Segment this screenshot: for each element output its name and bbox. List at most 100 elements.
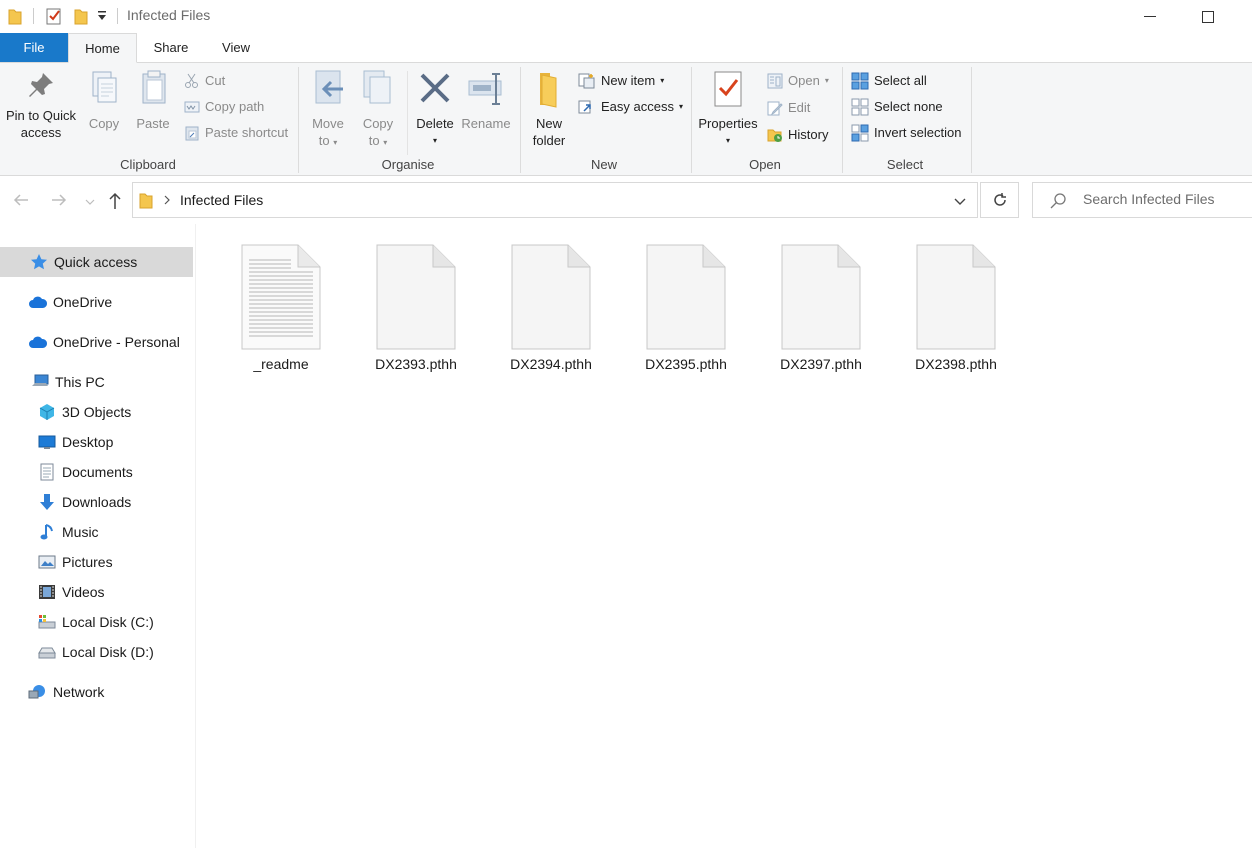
nav-network[interactable]: Network bbox=[0, 677, 104, 707]
pin-label-line2: access bbox=[20, 125, 62, 140]
properties-button[interactable]: Properties ▾ bbox=[696, 69, 760, 149]
maximize-button[interactable] bbox=[1179, 0, 1237, 33]
nav-onedrive-personal[interactable]: OneDrive - Personal bbox=[0, 327, 180, 357]
blank-file-icon bbox=[781, 244, 861, 350]
system-drive-icon bbox=[37, 612, 57, 632]
paste-button[interactable]: Paste bbox=[130, 69, 176, 132]
pin-to-quick-access-button[interactable]: Pin to Quick access bbox=[2, 69, 80, 141]
copy-button[interactable]: Copy bbox=[82, 69, 126, 132]
paste-shortcut-label: Paste shortcut bbox=[205, 125, 289, 140]
delete-button[interactable]: Delete ▾ bbox=[412, 69, 458, 149]
organise-group-label: Organise bbox=[381, 157, 435, 172]
new-folder-quick-icon[interactable] bbox=[74, 7, 88, 25]
nav-onedrive[interactable]: OneDrive bbox=[0, 287, 112, 317]
maximize-icon bbox=[1202, 10, 1214, 23]
organise-inner-separator bbox=[407, 71, 408, 155]
move-to-label-line2: to ▾ bbox=[318, 133, 338, 148]
nav-label: Pictures bbox=[62, 554, 113, 570]
forward-button[interactable] bbox=[50, 191, 68, 212]
computer-icon bbox=[30, 372, 50, 392]
tab-home[interactable]: Home bbox=[68, 33, 137, 63]
breadcrumb-chevron-icon[interactable] bbox=[163, 194, 171, 209]
nav-label: Downloads bbox=[62, 494, 132, 510]
nav-videos[interactable]: Videos bbox=[0, 577, 105, 607]
open-button[interactable]: Open ▾ bbox=[767, 70, 829, 92]
breadcrumb-current[interactable]: Infected Files bbox=[180, 192, 263, 208]
nav-local-disk-c[interactable]: Local Disk (C:) bbox=[0, 607, 154, 637]
file-item[interactable]: _readme bbox=[226, 244, 336, 372]
customize-qat-dropdown-icon[interactable] bbox=[97, 9, 107, 27]
file-item[interactable]: DX2397.pthh bbox=[766, 244, 876, 372]
rename-button[interactable]: Rename bbox=[460, 69, 512, 132]
recent-locations-button[interactable] bbox=[84, 195, 96, 210]
properties-dropdown-icon[interactable]: ▾ bbox=[696, 132, 760, 149]
file-item[interactable]: DX2398.pthh bbox=[901, 244, 1011, 372]
nav-desktop[interactable]: Desktop bbox=[0, 427, 113, 457]
copy-path-button[interactable]: Copy path bbox=[184, 96, 264, 118]
nav-quick-access[interactable]: Quick access bbox=[0, 247, 193, 277]
select-all-label: Select all bbox=[874, 73, 927, 88]
search-input[interactable] bbox=[1083, 191, 1251, 207]
nav-local-disk-d[interactable]: Local Disk (D:) bbox=[0, 637, 154, 667]
up-arrow-icon bbox=[109, 192, 121, 209]
nav-downloads[interactable]: Downloads bbox=[0, 487, 131, 517]
history-button[interactable]: History bbox=[767, 124, 828, 146]
move-to-button[interactable]: Move to ▾ bbox=[306, 69, 350, 151]
invert-selection-button[interactable]: Invert selection bbox=[851, 122, 961, 144]
star-icon bbox=[29, 252, 49, 272]
invert-selection-icon bbox=[851, 124, 869, 142]
address-bar[interactable]: Infected Files bbox=[132, 182, 978, 218]
ribbon-separator bbox=[298, 67, 299, 173]
properties-quick-icon[interactable] bbox=[46, 7, 62, 25]
tab-view[interactable]: View bbox=[212, 33, 260, 62]
nav-label: OneDrive bbox=[53, 294, 113, 310]
select-none-button[interactable]: Select none bbox=[851, 96, 943, 118]
minimize-button[interactable] bbox=[1121, 0, 1179, 33]
copy-to-icon bbox=[363, 70, 391, 104]
ribbon-separator bbox=[520, 67, 521, 173]
file-item[interactable]: DX2394.pthh bbox=[496, 244, 606, 372]
file-list-view: _readme DX2393.pthh DX2394.pthh DX2395.p… bbox=[197, 224, 1252, 848]
chevron-down-icon bbox=[954, 198, 966, 205]
back-button[interactable] bbox=[12, 191, 30, 212]
nav-label: Music bbox=[62, 524, 99, 540]
nav-this-pc[interactable]: This PC bbox=[0, 367, 105, 397]
open-dropdown-icon: ▾ bbox=[824, 76, 829, 85]
easy-access-button[interactable]: Easy access ▾ bbox=[578, 96, 683, 118]
new-folder-button[interactable]: New folder bbox=[526, 69, 572, 149]
cut-label: Cut bbox=[205, 73, 226, 88]
file-item[interactable]: DX2393.pthh bbox=[361, 244, 471, 372]
new-item-button[interactable]: New item ▾ bbox=[578, 70, 664, 92]
tab-share[interactable]: Share bbox=[145, 33, 197, 62]
select-all-button[interactable]: Select all bbox=[851, 70, 927, 92]
new-item-label: New item bbox=[601, 73, 656, 88]
minimize-icon bbox=[1144, 15, 1156, 17]
refresh-button[interactable] bbox=[980, 182, 1019, 218]
nav-music[interactable]: Music bbox=[0, 517, 99, 547]
search-box[interactable] bbox=[1032, 182, 1252, 218]
file-name: DX2394.pthh bbox=[510, 356, 592, 372]
address-history-dropdown[interactable] bbox=[953, 195, 967, 210]
paste-shortcut-button[interactable]: Paste shortcut bbox=[184, 122, 288, 144]
up-button[interactable] bbox=[106, 191, 124, 214]
copy-to-button[interactable]: Copy to ▾ bbox=[356, 69, 400, 151]
new-folder-icon bbox=[540, 73, 557, 108]
film-icon bbox=[37, 582, 57, 602]
select-all-icon bbox=[851, 72, 869, 90]
desktop-icon bbox=[37, 432, 57, 452]
delete-label: Delete bbox=[416, 116, 454, 131]
file-name: DX2393.pthh bbox=[375, 356, 457, 372]
tab-file[interactable]: File bbox=[0, 33, 68, 62]
nav-label: 3D Objects bbox=[62, 404, 132, 420]
open-label: Open bbox=[788, 73, 820, 88]
nav-documents[interactable]: Documents bbox=[0, 457, 133, 487]
cut-button[interactable]: Cut bbox=[184, 70, 225, 92]
nav-pictures[interactable]: Pictures bbox=[0, 547, 113, 577]
file-item[interactable]: DX2395.pthh bbox=[631, 244, 741, 372]
paste-shortcut-icon bbox=[185, 126, 199, 141]
edit-button[interactable]: Edit bbox=[767, 97, 810, 119]
refresh-icon bbox=[993, 193, 1006, 206]
drive-icon bbox=[37, 642, 57, 662]
delete-dropdown-icon[interactable]: ▾ bbox=[412, 132, 458, 149]
nav-3d-objects[interactable]: 3D Objects bbox=[0, 397, 131, 427]
